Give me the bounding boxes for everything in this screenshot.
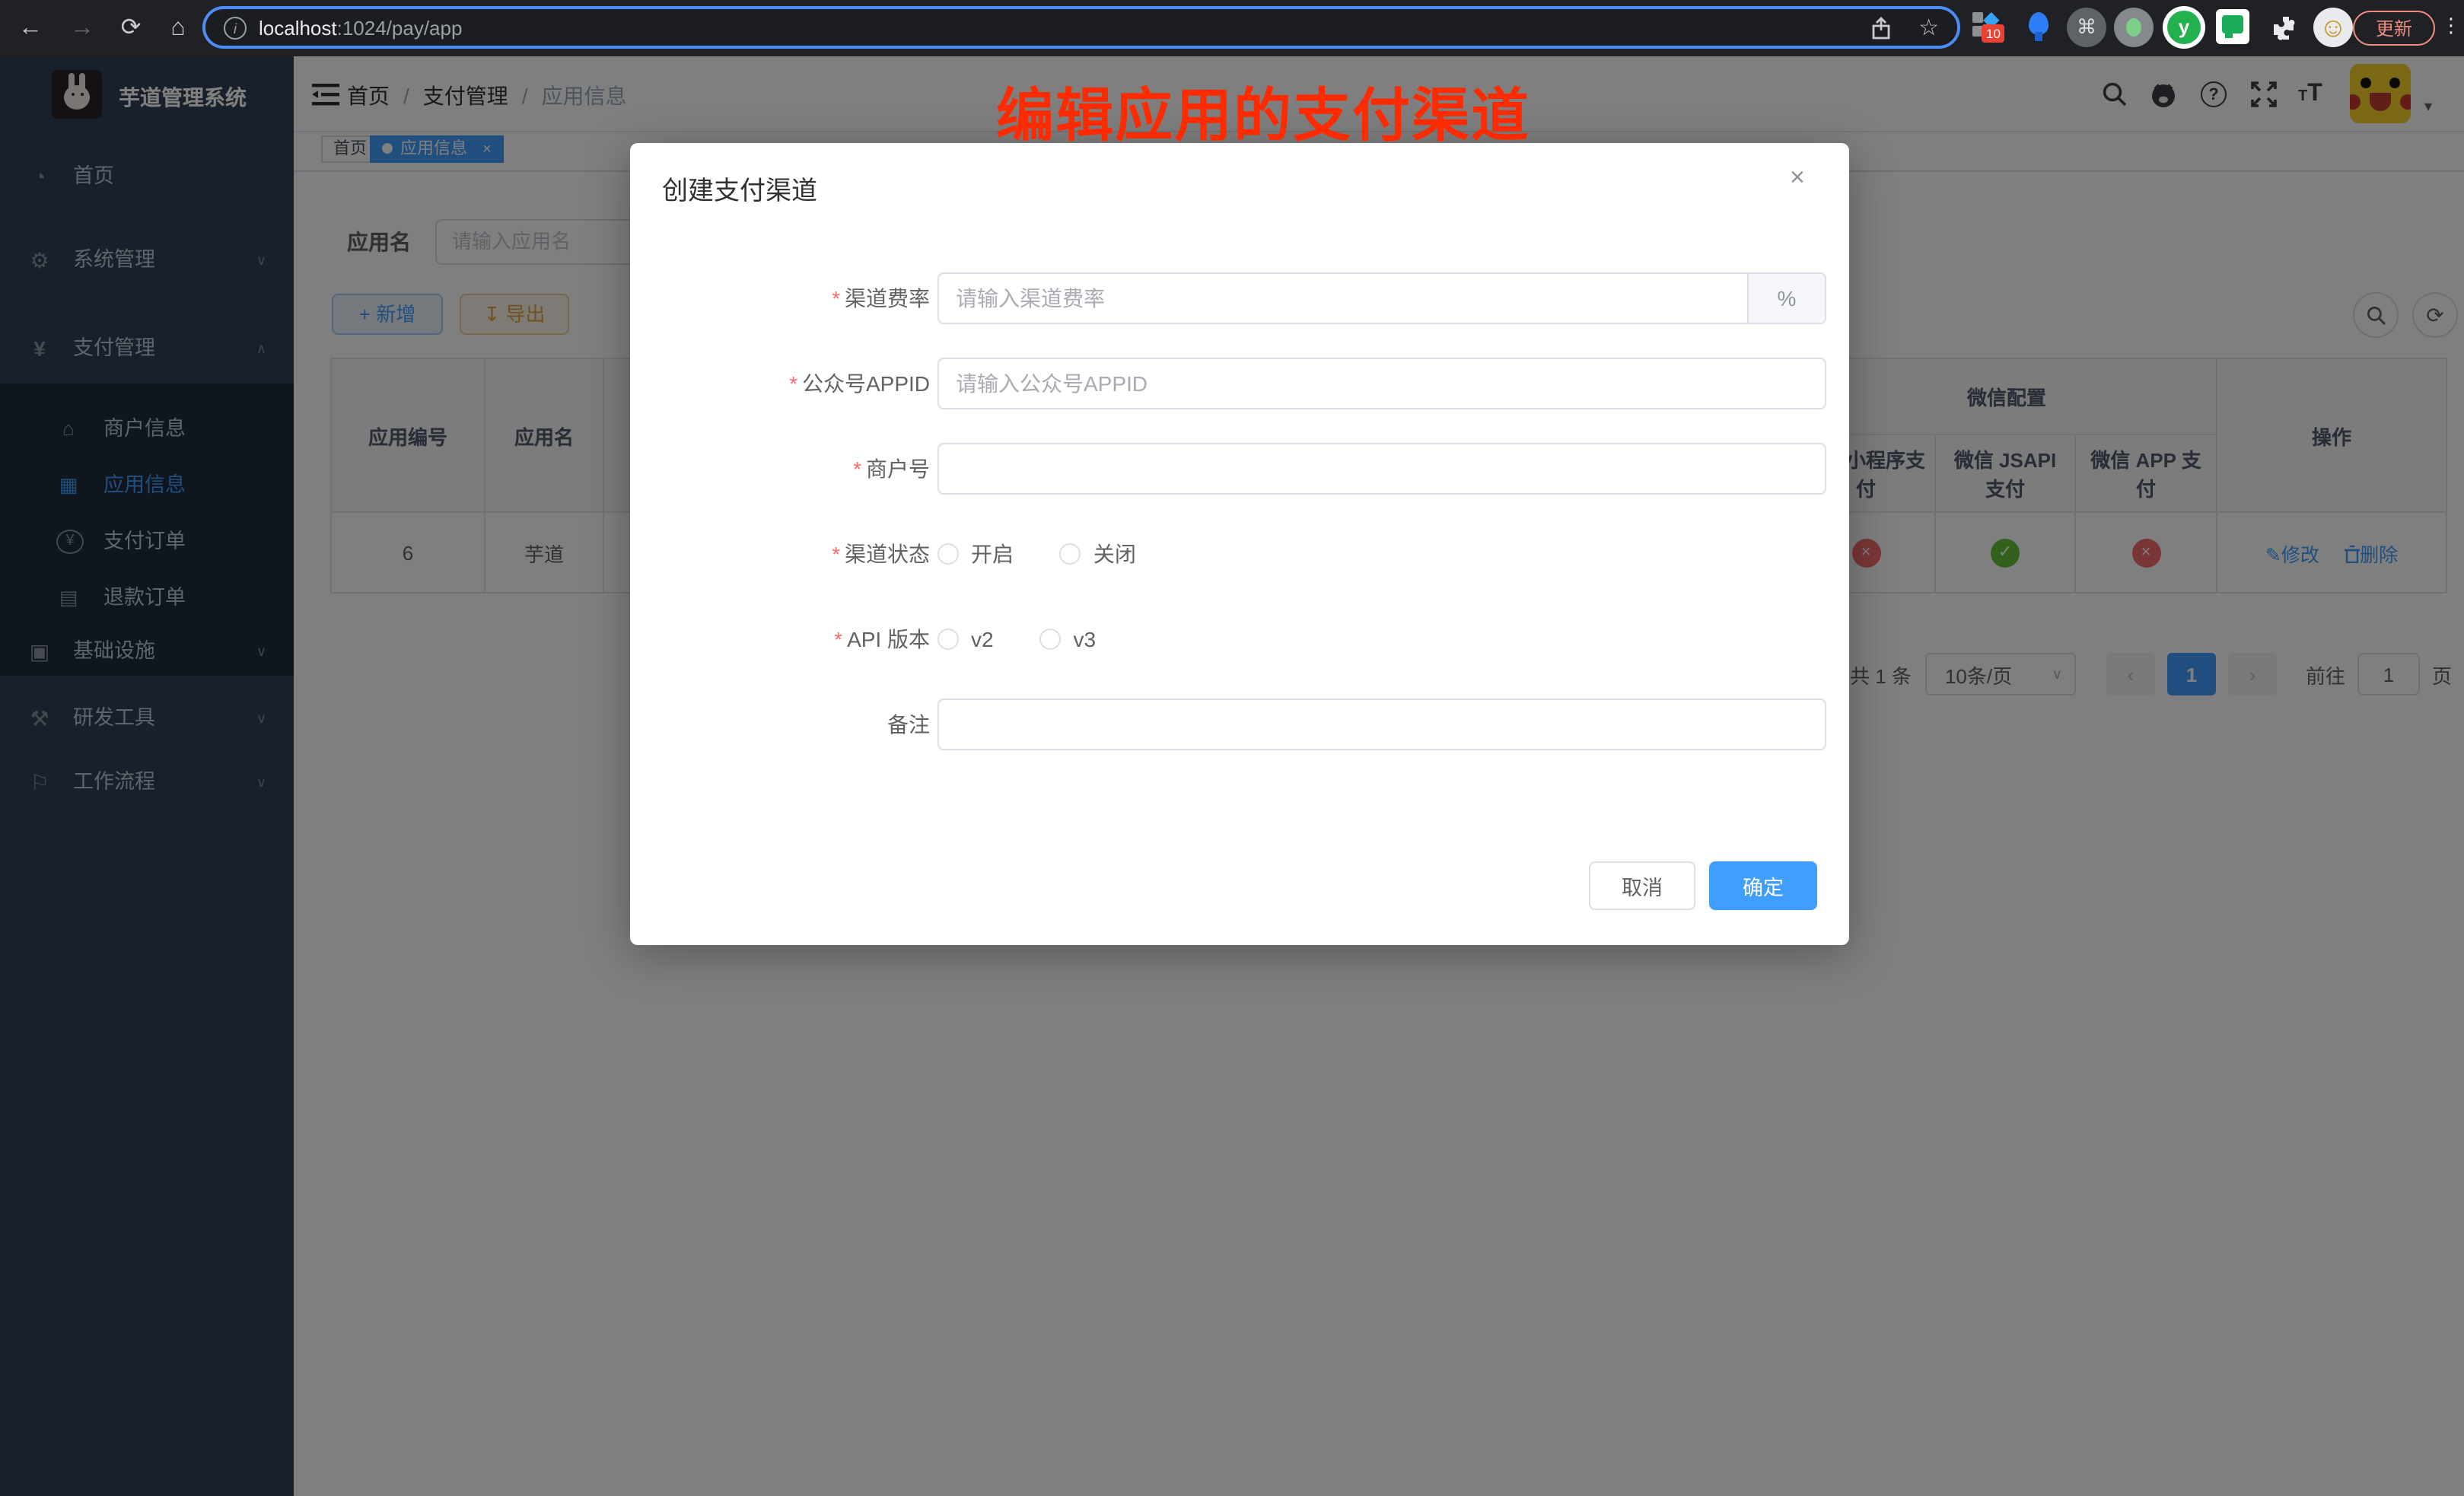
field-label-remark: 备注 — [662, 699, 930, 750]
extensions-puzzle-icon[interactable] — [2266, 8, 2306, 47]
browser-toolbar: ← → ⟳ ⌂ i localhost:1024/pay/app ☆ ◆ 10 — [0, 0, 2464, 56]
browser-reload-icon[interactable]: ⟳ — [113, 0, 149, 56]
field-label-status: *渠道状态 — [662, 528, 930, 580]
extension-y-icon[interactable]: y — [2163, 6, 2205, 49]
site-info-icon[interactable]: i — [224, 16, 247, 39]
api-radio-group: v2 v3 — [938, 613, 1096, 667]
radio-v2[interactable] — [938, 629, 959, 650]
status-radio-group: 开启 关闭 — [938, 528, 1136, 581]
remark-input[interactable] — [938, 699, 1826, 750]
create-channel-dialog: 创建支付渠道 × *渠道费率 请输入渠道费率 % *公众号APPID 请输入公众… — [630, 143, 1849, 945]
profile-avatar-icon[interactable]: ☺ — [2313, 8, 2353, 47]
address-bar[interactable]: i localhost:1024/pay/app ☆ — [202, 6, 1960, 49]
close-icon[interactable]: × — [1790, 163, 1805, 193]
confirm-button[interactable]: 确定 — [1709, 861, 1817, 910]
field-label-rate: *渠道费率 — [662, 272, 930, 324]
radio-open[interactable] — [938, 543, 959, 565]
browser-home-icon[interactable]: ⌂ — [160, 0, 196, 56]
browser-forward-icon[interactable]: → — [64, 0, 100, 56]
field-label-appid: *公众号APPID — [662, 358, 930, 409]
rate-input[interactable]: 请输入渠道费率 % — [938, 272, 1826, 324]
appid-input[interactable]: 请输入公众号APPID — [938, 358, 1826, 409]
radio-closed[interactable] — [1060, 543, 1081, 565]
field-label-api: *API 版本 — [662, 613, 930, 665]
percent-append: % — [1747, 274, 1825, 323]
share-icon[interactable] — [1870, 16, 1891, 39]
dialog-title: 创建支付渠道 — [662, 169, 817, 207]
browser-menu-icon[interactable]: ⋮ — [2441, 14, 2461, 38]
field-label-merchant: *商户号 — [662, 443, 930, 495]
extension-chat-icon[interactable] — [2216, 9, 2249, 44]
cancel-button[interactable]: 取消 — [1589, 861, 1695, 910]
extension-command-icon[interactable]: ⌘ — [2067, 8, 2106, 47]
extension-badge: 10 — [1982, 24, 2005, 43]
bookmark-star-icon[interactable]: ☆ — [1918, 14, 1939, 41]
extension-balloon-icon[interactable] — [2020, 8, 2059, 47]
annotation-title: 编辑应用的支付渠道 — [944, 68, 1583, 152]
url-text: localhost:1024/pay/app — [259, 16, 462, 39]
extension-record-icon[interactable] — [2114, 8, 2154, 47]
radio-v3[interactable] — [1040, 629, 1062, 650]
application-window: ← → ⟳ ⌂ i localhost:1024/pay/app ☆ ◆ 10 — [0, 0, 2464, 1496]
browser-back-icon[interactable]: ← — [12, 0, 49, 56]
browser-update-button[interactable]: 更新 — [2353, 11, 2435, 46]
extension-tabs-icon[interactable]: ◆ 10 — [1971, 8, 2010, 47]
merchant-input[interactable] — [938, 443, 1826, 495]
